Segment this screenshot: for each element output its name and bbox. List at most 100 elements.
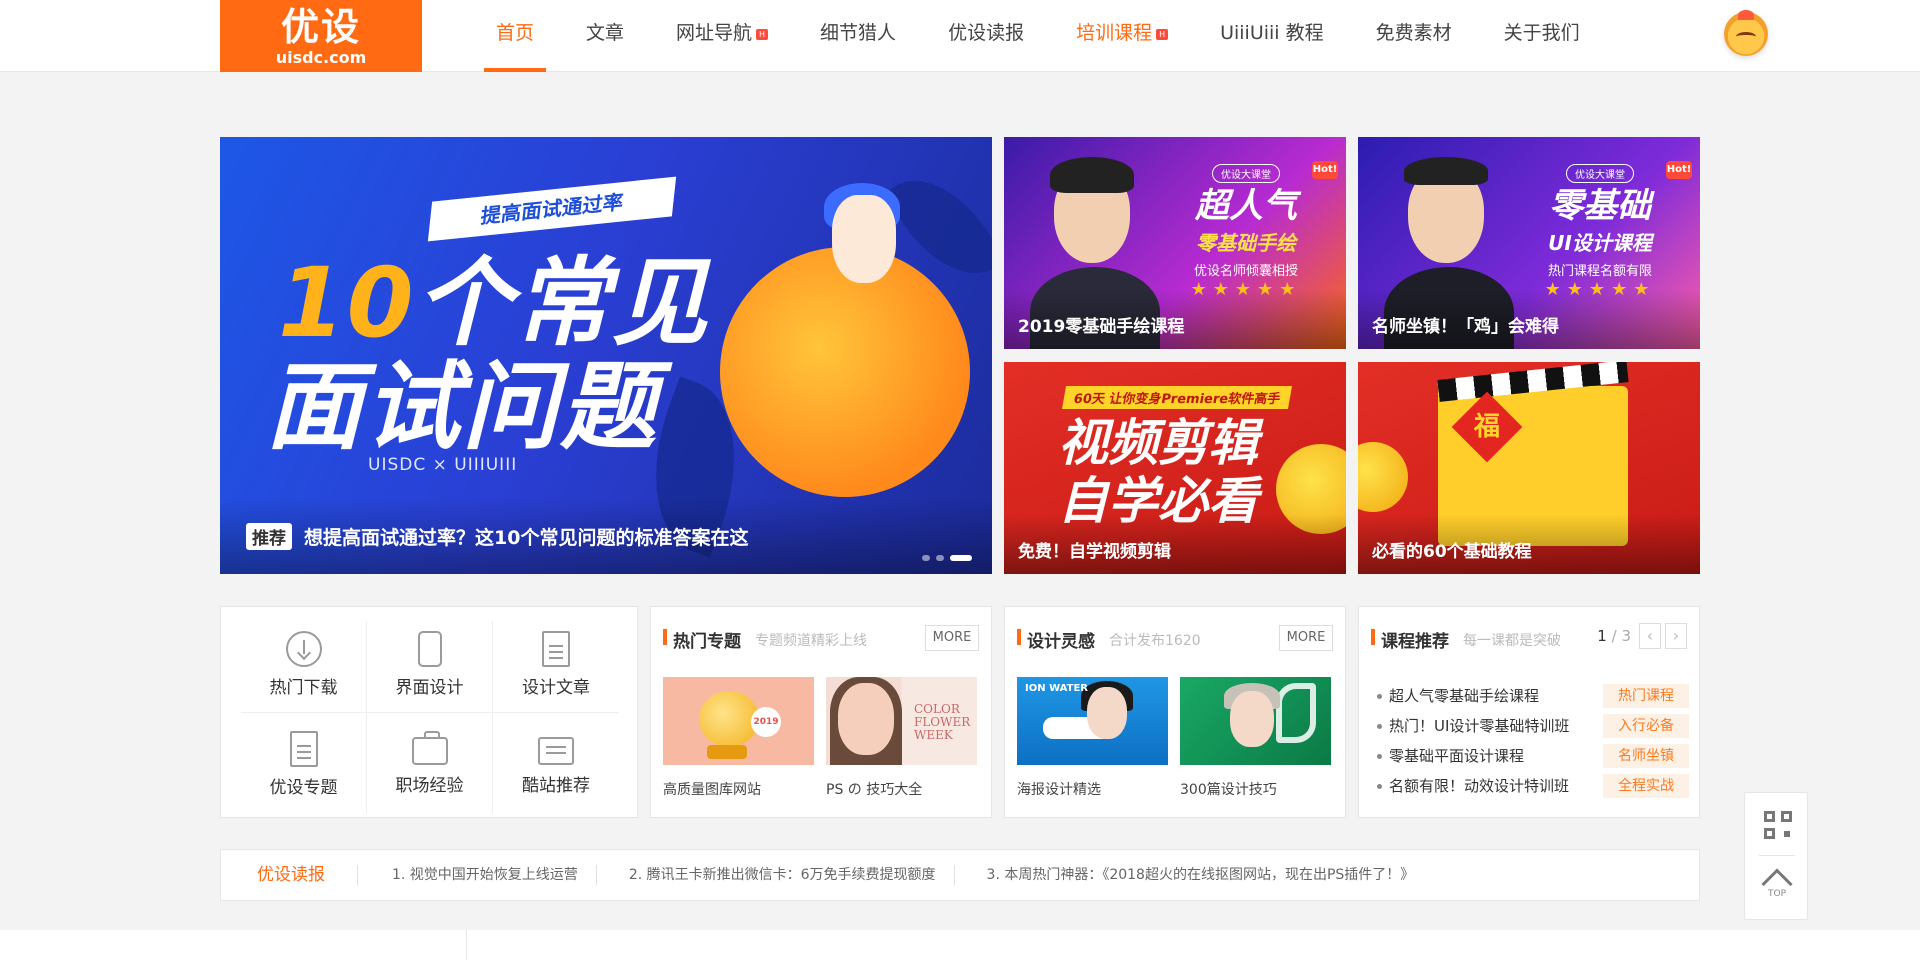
coin-decoration bbox=[1358, 442, 1408, 512]
news-item[interactable]: 2. 腾讯王卡新推出微信卡：6万免手续费提现额度 bbox=[595, 865, 954, 885]
accent-bar bbox=[1017, 629, 1021, 645]
category-label: 热门下载 bbox=[269, 678, 338, 698]
site-header: 优设 uisdc.com 首页 文章 网址导航 H 细节猎人 优设读报 培训课程 H… bbox=[0, 0, 1920, 72]
inspiration-card[interactable]: ION WATER 海报设计精选 bbox=[1017, 677, 1168, 799]
topic-icon bbox=[289, 731, 318, 767]
nav-label: 培训课程 bbox=[1076, 22, 1153, 44]
promo-top-banner: 60天 让你变身Premiere软件高手 bbox=[1061, 386, 1293, 409]
category-design-articles[interactable]: 设计文章 bbox=[493, 621, 619, 713]
topic-caption[interactable]: 高质量图库网站 bbox=[663, 779, 814, 799]
promo-sub: 热门课程名额有限 bbox=[1547, 264, 1652, 279]
inspiration-thumbnail bbox=[1180, 677, 1331, 765]
banner-title[interactable]: 想提高面试通过率？这10个常见问题的标准答案在这 bbox=[304, 523, 748, 550]
carousel-dot[interactable] bbox=[922, 555, 930, 561]
nav-label: 免费素材 bbox=[1375, 22, 1452, 44]
news-item[interactable]: 3. 本周热门神器：《2018超火的在线抠图网站，现在出PS插件了！》 bbox=[953, 865, 1433, 885]
category-cool-sites[interactable]: 酷站推荐 bbox=[493, 713, 619, 813]
course-item[interactable]: 零基础平面设计课程 名师坐镇 bbox=[1373, 741, 1689, 771]
category-ui-design[interactable]: 界面设计 bbox=[367, 621, 493, 713]
nav-about-us[interactable]: 关于我们 bbox=[1504, 0, 1580, 72]
inspiration-caption[interactable]: 海报设计精选 bbox=[1017, 779, 1168, 799]
accent-bar bbox=[1371, 629, 1375, 645]
promo-sub: 优设名师倾囊相授 bbox=[1193, 264, 1298, 279]
total-pages: / 3 bbox=[1611, 627, 1631, 645]
accent-bar bbox=[663, 629, 667, 645]
panel-subtitle: 每一课都是突破 bbox=[1463, 633, 1561, 649]
topic-caption[interactable]: PS の 技巧大全 bbox=[826, 779, 977, 799]
category-career[interactable]: 职场经验 bbox=[367, 713, 493, 813]
inspiration-card[interactable]: 300篇设计技巧 bbox=[1180, 677, 1331, 799]
back-to-top-button[interactable]: TOP bbox=[1745, 867, 1809, 900]
page-indicator: 1 / 3 bbox=[1597, 627, 1631, 645]
main-nav: 首页 文章 网址导航 H 细节猎人 优设读报 培训课程 H UiiiUiii 教程 … bbox=[483, 0, 1632, 72]
course-item[interactable]: 名额有限！动效设计特训班 全程实战 bbox=[1373, 771, 1689, 801]
panel-title: 课程推荐 bbox=[1381, 632, 1449, 652]
nav-label: UiiiUiii 教程 bbox=[1220, 22, 1324, 44]
next-page-button[interactable]: › bbox=[1665, 623, 1687, 649]
course-item[interactable]: 超人气零基础手绘课程 热门课程 bbox=[1373, 681, 1689, 711]
next-section-strip bbox=[0, 930, 1920, 960]
nav-uiiiuiii-tutorials[interactable]: UiiiUiii 教程 bbox=[1220, 0, 1324, 72]
nav-label: 文章 bbox=[586, 22, 625, 44]
more-button[interactable]: MORE bbox=[925, 625, 979, 651]
nav-label: 细节猎人 bbox=[820, 22, 897, 44]
nav-training-courses[interactable]: 培训课程 H bbox=[1076, 0, 1169, 72]
topic-card[interactable]: COLOR FLOWER WEEK PS の 技巧大全 bbox=[826, 677, 977, 799]
nav-articles[interactable]: 文章 bbox=[586, 0, 624, 72]
nav-detail-hunter[interactable]: 细节猎人 bbox=[820, 0, 896, 72]
panel-header: 设计灵感 合计发布1620 MORE bbox=[1017, 625, 1333, 652]
course-list: 超人气零基础手绘课程 热门课程 热门！UI设计零基础特训班 入行必备 零基础平面设计… bbox=[1373, 681, 1689, 801]
course-name: 名额有限！动效设计特训班 bbox=[1389, 777, 1570, 795]
course-tag: 热门课程 bbox=[1603, 684, 1689, 708]
prev-page-button[interactable]: ‹ bbox=[1639, 623, 1661, 649]
tile-title: 免费！自学视频剪辑 bbox=[1018, 542, 1171, 562]
nav-label: 网址导航 bbox=[676, 22, 753, 44]
course-item[interactable]: 热门！UI设计零基础特训班 入行必备 bbox=[1373, 711, 1689, 741]
promo-heading-2: UI设计课程 bbox=[1548, 231, 1652, 255]
more-button[interactable]: MORE bbox=[1279, 625, 1333, 651]
hot-icon: H bbox=[1156, 29, 1169, 40]
nav-site-directory[interactable]: 网址导航 H bbox=[676, 0, 769, 72]
topic-card[interactable]: 2019 高质量图库网站 bbox=[663, 677, 814, 799]
daily-news-bar: 优设读报 1. 视觉中国开始恢复上线运营 2. 腾讯王卡新推出微信卡：6万免手续… bbox=[220, 849, 1700, 901]
nav-label: 首页 bbox=[496, 22, 535, 44]
category-panel: 热门下载 界面设计 设计文章 优设专题 职场经验 酷站推荐 bbox=[220, 606, 638, 818]
category-label: 优设专题 bbox=[269, 778, 338, 798]
illustration-figure-body bbox=[720, 247, 970, 497]
qr-code-icon[interactable] bbox=[1764, 811, 1792, 839]
category-hot-downloads[interactable]: 热门下载 bbox=[241, 621, 367, 713]
promo-tile-basic-tutorials[interactable]: 福 必看的60个基础教程 bbox=[1358, 362, 1700, 574]
promo-tile-ui-course[interactable]: 优设大课堂 零基础 UI设计课程 热门课程名额有限 ★★★★★ Hot! 名师坐… bbox=[1358, 137, 1700, 349]
thumbnail-badge: 2019 bbox=[751, 707, 781, 737]
news-bar-label[interactable]: 优设读报 bbox=[257, 850, 325, 900]
carousel-dot-active[interactable] bbox=[950, 555, 972, 561]
hot-icon: H bbox=[756, 29, 769, 40]
thumbnail-text: COLOR FLOWER WEEK bbox=[914, 702, 971, 742]
current-page: 1 bbox=[1597, 627, 1607, 645]
category-topics[interactable]: 优设专题 bbox=[241, 713, 367, 813]
promo-tile-video-editing[interactable]: 60天 让你变身Premiere软件高手 视频剪辑 自学必看 免费！自学视频剪辑 bbox=[1004, 362, 1346, 574]
nav-free-assets[interactable]: 免费素材 bbox=[1376, 0, 1452, 72]
inspiration-caption[interactable]: 300篇设计技巧 bbox=[1180, 779, 1331, 799]
thumbnail-text: ION WATER bbox=[1025, 683, 1088, 694]
divider bbox=[1759, 855, 1795, 856]
promo-heading: 视频剪辑 自学必看 bbox=[1058, 414, 1258, 530]
course-tag: 入行必备 bbox=[1603, 714, 1689, 738]
panel-subtitle: 合计发布1620 bbox=[1109, 633, 1201, 649]
site-logo[interactable]: 优设 uisdc.com bbox=[220, 0, 422, 72]
user-avatar[interactable] bbox=[1724, 10, 1768, 56]
promo-tile-sketch-course[interactable]: 优设大课堂 超人气 零基础手绘 优设名师倾囊相授 ★★★★★ Hot! 2019… bbox=[1004, 137, 1346, 349]
panel-title: 热门专题 bbox=[673, 632, 741, 652]
news-item[interactable]: 1. 视觉中国开始恢复上线运营 bbox=[357, 865, 596, 885]
nav-home[interactable]: 首页 bbox=[483, 0, 547, 72]
nav-daily-news[interactable]: 优设读报 bbox=[948, 0, 1024, 72]
carousel-dot[interactable] bbox=[936, 555, 944, 561]
briefcase-icon bbox=[411, 731, 448, 765]
hero-banner[interactable]: 提高面试通过率 10个常见 面试问题 UISDC × UIIIUIII 推荐 想… bbox=[220, 137, 992, 574]
course-tag: 名师坐镇 bbox=[1603, 744, 1689, 768]
tile-title: 名师坐镇！「鸡」会难得 bbox=[1372, 317, 1559, 337]
course-recommend-panel: 课程推荐 每一课都是突破 1 / 3 ‹ › 超人气零基础手绘课程 热门课程 热门… bbox=[1358, 606, 1700, 818]
category-label: 界面设计 bbox=[395, 678, 464, 698]
nav-label: 优设读报 bbox=[948, 22, 1025, 44]
category-label: 职场经验 bbox=[395, 776, 464, 796]
